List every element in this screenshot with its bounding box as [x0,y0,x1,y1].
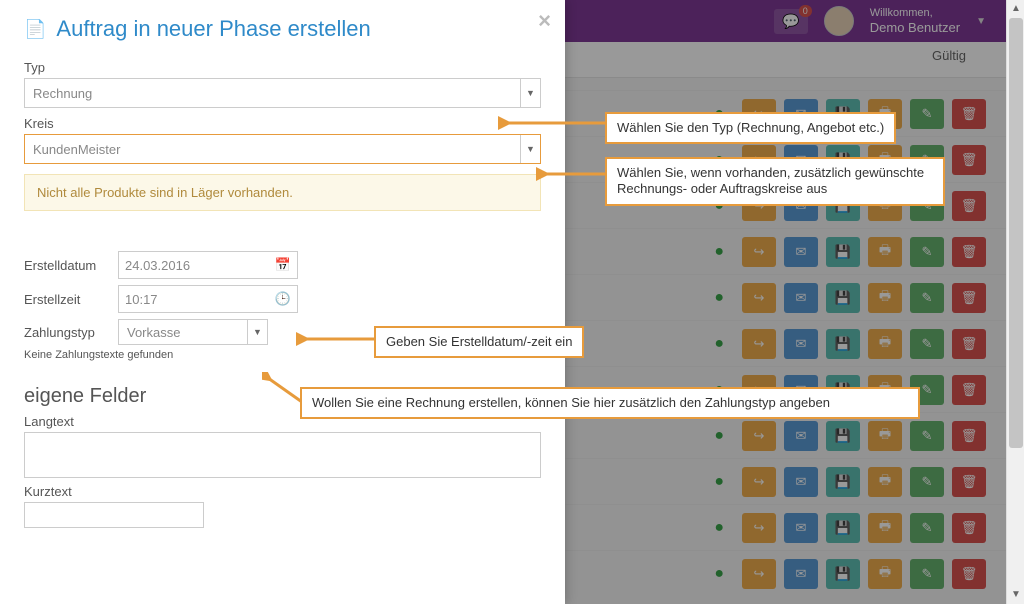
chevron-down-icon: ▼ [247,320,267,344]
annotation-zahlung: Wollen Sie eine Rechnung erstellen, könn… [300,387,920,419]
modal-title: 📄 Auftrag in neuer Phase erstellen [24,16,541,42]
close-icon[interactable]: × [538,8,551,34]
label-zahlungstyp: Zahlungstyp [24,325,114,340]
typ-value: Rechnung [33,86,92,101]
chevron-down-icon: ▼ [520,79,540,107]
typ-select[interactable]: Rechnung ▼ [24,78,541,108]
erstellzeit-input[interactable]: 10:17 🕒 [118,285,298,313]
annotation-arrow [262,372,304,406]
warning-text: Nicht alle Produkte sind in Läger vorhan… [37,185,293,200]
label-kurztext: Kurztext [24,484,541,499]
annotation-kreis: Wählen Sie, wenn vorhanden, zusätzlich g… [605,157,945,206]
langtext-input[interactable] [24,432,541,478]
annotation-datum: Geben Sie Erstelldatum/-zeit ein [374,326,584,358]
scrollbar[interactable]: ▲ ▼ [1006,0,1024,604]
label-erstelldatum: Erstelldatum [24,258,114,273]
zahlungstyp-value: Vorkasse [127,325,180,340]
annotation-typ: Wählen Sie den Typ (Rechnung, Angebot et… [605,112,896,144]
erstellzeit-value: 10:17 [125,292,158,307]
zahlungstyp-select[interactable]: Vorkasse ▼ [118,319,268,345]
kreis-value: KundenMeister [33,142,120,157]
annotation-arrow [536,163,608,185]
warning-box: Nicht alle Produkte sind in Läger vorhan… [24,174,541,211]
modal-title-text: Auftrag in neuer Phase erstellen [56,16,370,42]
document-icon: 📄 [24,19,46,40]
scroll-thumb[interactable] [1009,18,1023,448]
label-erstellzeit: Erstellzeit [24,292,114,307]
erstelldatum-value: 24.03.2016 [125,258,190,273]
annotation-arrow [296,328,376,350]
chevron-down-icon: ▼ [520,135,540,163]
calendar-icon[interactable]: 📅 [275,257,291,273]
annotation-arrow [498,112,608,134]
scroll-up-icon[interactable]: ▲ [1007,0,1024,18]
kurztext-input[interactable] [24,502,204,528]
label-typ: Typ [24,60,541,75]
create-order-modal: × 📄 Auftrag in neuer Phase erstellen Typ… [0,0,565,604]
scroll-down-icon[interactable]: ▼ [1007,586,1024,604]
erstelldatum-input[interactable]: 24.03.2016 📅 [118,251,298,279]
clock-icon[interactable]: 🕒 [275,291,291,307]
label-kreis: Kreis [24,116,541,131]
kreis-select[interactable]: KundenMeister ▼ [24,134,541,164]
